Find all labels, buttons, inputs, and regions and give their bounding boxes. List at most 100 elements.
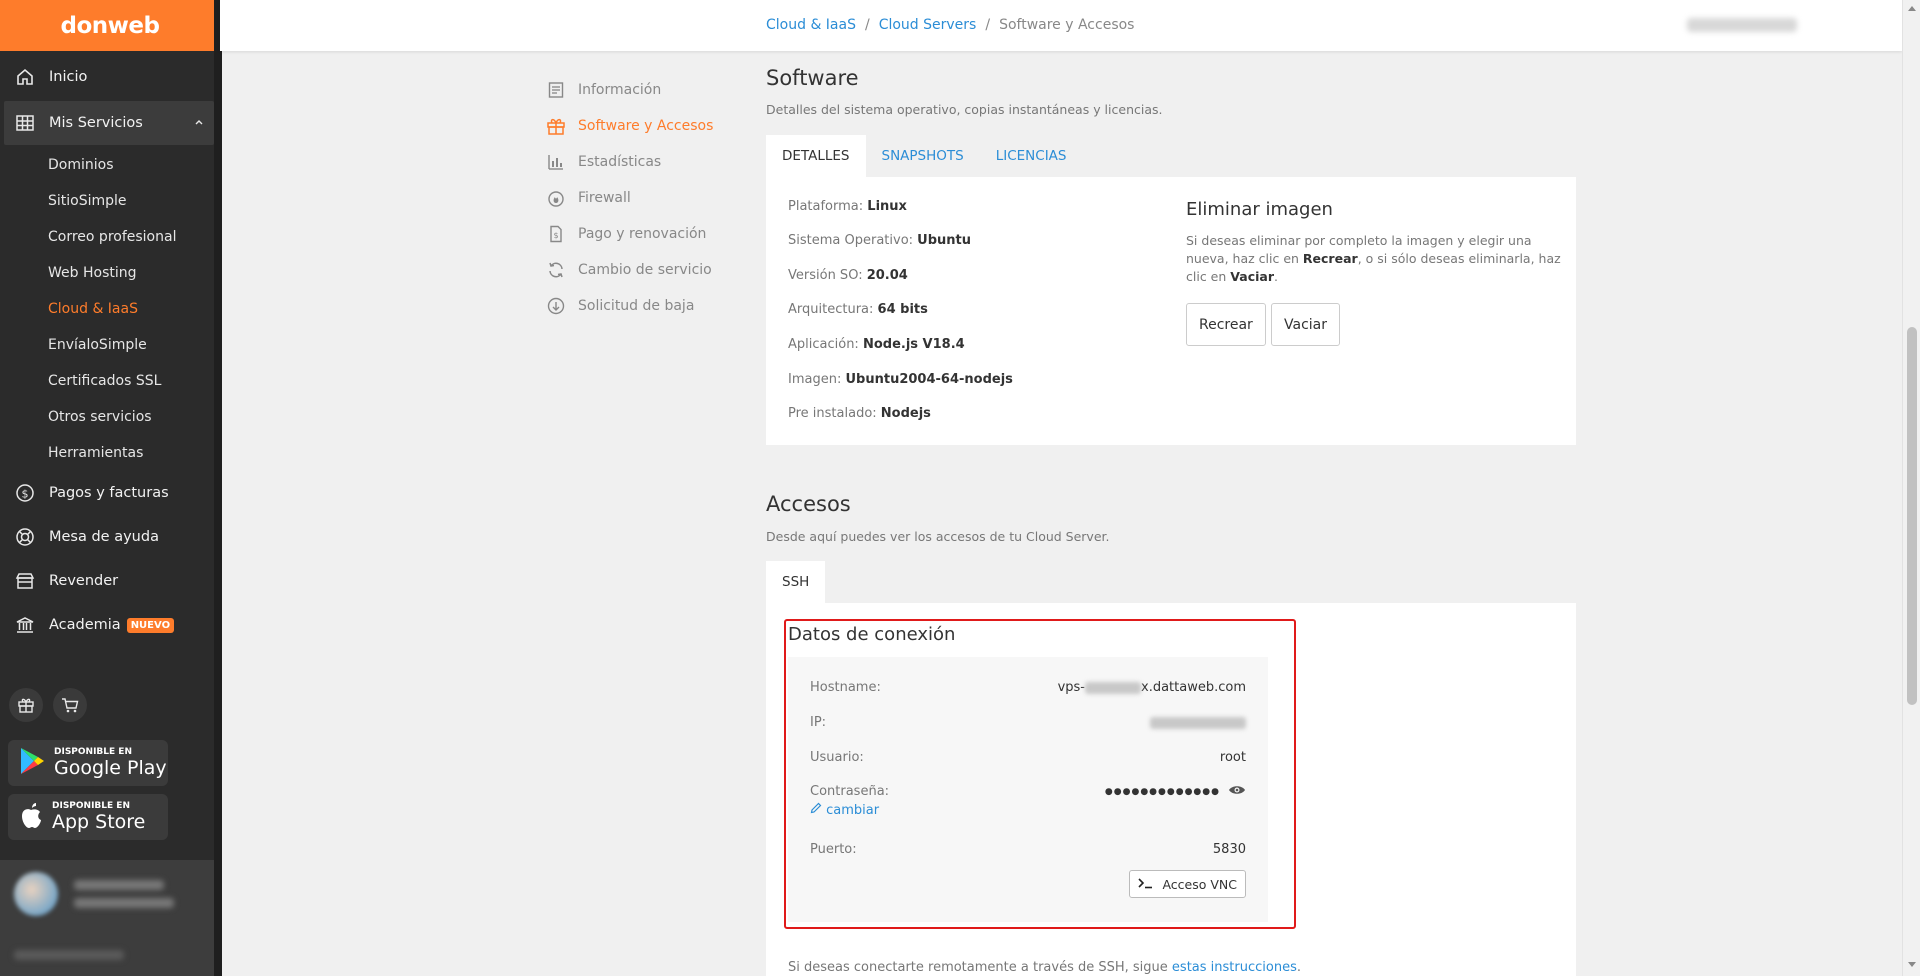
submenu-firewall[interactable]: Firewall	[546, 180, 713, 216]
submenu-firewall-label: Firewall	[578, 190, 631, 206]
invoice-icon: $	[546, 225, 566, 243]
bar-chart-icon	[546, 153, 566, 171]
blurred-user-name	[74, 880, 164, 890]
donweb-logo[interactable]: donweb	[0, 0, 220, 51]
detail-preinstalado: Pre instalado: Nodejs	[788, 406, 931, 421]
submenu-cambio-label: Cambio de servicio	[578, 262, 712, 278]
nav-ayuda[interactable]: Mesa de ayuda	[0, 515, 220, 559]
nav-pagos-label: Pagos y facturas	[49, 485, 169, 501]
apple-icon	[18, 800, 44, 834]
tab-ssh[interactable]: SSH	[766, 561, 826, 603]
breadcrumb: Cloud & IaaS / Cloud Servers / Software …	[766, 17, 1134, 33]
institution-icon	[14, 614, 36, 636]
submenu-estadisticas[interactable]: Estadísticas	[546, 144, 713, 180]
eliminar-imagen-text: Si deseas eliminar por completo la image…	[1186, 233, 1561, 284]
software-tabs: DETALLES SNAPSHOTS LICENCIAS	[766, 135, 1083, 177]
nav-academia[interactable]: Academia NUEVO	[0, 603, 220, 647]
detail-arquitectura: Arquitectura: 64 bits	[788, 302, 928, 317]
sub-dominios[interactable]: Dominios	[0, 147, 220, 183]
accesos-tabs: SSH	[766, 561, 826, 603]
sub-correo[interactable]: Correo profesional	[0, 219, 220, 255]
software-title: Software	[766, 66, 859, 90]
top-bar: Cloud & IaaS / Cloud Servers / Software …	[220, 0, 1902, 51]
sub-envialosimple[interactable]: EnvíaloSimple	[0, 327, 220, 363]
vaciar-button[interactable]: Vaciar	[1271, 303, 1340, 346]
eliminar-imagen-title: Eliminar imagen	[1186, 199, 1333, 220]
submenu-baja[interactable]: Solicitud de baja	[546, 288, 713, 324]
nav-mis-servicios[interactable]: Mis Servicios	[4, 101, 214, 145]
submenu-informacion[interactable]: Información	[546, 72, 713, 108]
svg-text:$: $	[553, 231, 558, 240]
scroll-thumb[interactable]	[1907, 327, 1917, 705]
submenu-pago[interactable]: $ Pago y renovación	[546, 216, 713, 252]
sub-otros-servicios[interactable]: Otros servicios	[0, 399, 220, 435]
tab-licencias[interactable]: LICENCIAS	[980, 135, 1083, 177]
svg-text:$: $	[22, 488, 29, 501]
google-play-small: DISPONIBLE EN	[54, 747, 132, 757]
gift-icon	[546, 117, 566, 135]
quick-actions	[9, 688, 87, 722]
nav-ayuda-label: Mesa de ayuda	[49, 529, 159, 545]
blurred-footer-text	[14, 950, 124, 960]
nav-revender-label: Revender	[49, 573, 119, 589]
nav-revender[interactable]: Revender	[0, 559, 220, 603]
google-play-big: Google Play	[54, 757, 167, 779]
detail-aplicacion: Aplicación: Node.js V18.4	[788, 337, 965, 352]
gift-icon[interactable]	[9, 688, 43, 722]
user-profile[interactable]	[0, 860, 222, 976]
app-store-big: App Store	[52, 811, 146, 833]
nav-academia-label: Academia	[49, 617, 121, 633]
scroll-up-icon[interactable]	[1908, 6, 1916, 11]
detail-version: Versión SO: 20.04	[788, 268, 908, 283]
submenu-cambio[interactable]: Cambio de servicio	[546, 252, 713, 288]
nav-pagos[interactable]: $ Pagos y facturas	[0, 471, 220, 515]
breadcrumb-separator: /	[985, 17, 991, 33]
services-submenu: Dominios SitioSimple Correo profesional …	[0, 147, 220, 471]
google-play-badge[interactable]: DISPONIBLE EN Google Play	[8, 740, 168, 786]
store-icon	[14, 570, 36, 592]
home-icon	[14, 66, 36, 88]
tab-snapshots[interactable]: SNAPSHOTS	[866, 135, 980, 177]
lifebuoy-icon	[14, 526, 36, 548]
software-subtitle: Detalles del sistema operativo, copias i…	[766, 102, 1163, 117]
software-details-card: Plataforma: Linux Sistema Operativo: Ubu…	[766, 177, 1576, 445]
breadcrumb-cloud-iaas[interactable]: Cloud & IaaS	[766, 17, 856, 33]
accesos-title: Accesos	[766, 492, 851, 516]
submenu-software-label: Software y Accesos	[578, 118, 714, 134]
dollar-icon: $	[14, 482, 36, 504]
submenu-software-accesos[interactable]: Software y Accesos	[546, 108, 713, 144]
ssh-instructions-link[interactable]: estas instrucciones	[1172, 960, 1297, 975]
cart-icon[interactable]	[53, 688, 87, 722]
sidebar-scroll-edge	[214, 0, 222, 976]
highlight-box	[784, 619, 1296, 929]
app-store-small: DISPONIBLE EN	[52, 801, 130, 811]
blurred-server-name	[1687, 18, 1797, 32]
arrow-down-circle-icon	[546, 297, 566, 315]
blurred-user-id	[74, 898, 174, 908]
grid-icon	[14, 112, 36, 134]
sub-certificados-ssl[interactable]: Certificados SSL	[0, 363, 220, 399]
app-store-badge[interactable]: DISPONIBLE EN App Store	[8, 794, 168, 840]
fire-icon	[546, 189, 566, 207]
submenu-estadisticas-label: Estadísticas	[578, 154, 662, 170]
sub-web-hosting[interactable]: Web Hosting	[0, 255, 220, 291]
tab-detalles[interactable]: DETALLES	[766, 135, 866, 177]
breadcrumb-current: Software y Accesos	[999, 17, 1135, 33]
refresh-icon	[546, 261, 566, 279]
google-play-icon	[18, 746, 46, 780]
chevron-up-icon	[194, 115, 204, 131]
nav-inicio-label: Inicio	[49, 69, 88, 85]
page-scrollbar[interactable]	[1902, 0, 1920, 976]
breadcrumb-separator: /	[864, 17, 870, 33]
accesos-subtitle: Desde aquí puedes ver los accesos de tu …	[766, 529, 1110, 544]
scroll-down-icon[interactable]	[1908, 962, 1916, 967]
sub-sitiosimple[interactable]: SitioSimple	[0, 183, 220, 219]
nav-inicio[interactable]: Inicio	[0, 55, 220, 99]
sub-herramientas[interactable]: Herramientas	[0, 435, 220, 471]
sidebar: donweb Inicio Mis Servicios Dominios Sit…	[0, 0, 222, 976]
detail-so: Sistema Operativo: Ubuntu	[788, 233, 972, 248]
detail-imagen: Imagen: Ubuntu2004-64-nodejs	[788, 372, 1013, 387]
sub-cloud-iaas[interactable]: Cloud & IaaS	[0, 291, 220, 327]
recrear-button[interactable]: Recrear	[1186, 303, 1266, 346]
breadcrumb-cloud-servers[interactable]: Cloud Servers	[879, 17, 977, 33]
